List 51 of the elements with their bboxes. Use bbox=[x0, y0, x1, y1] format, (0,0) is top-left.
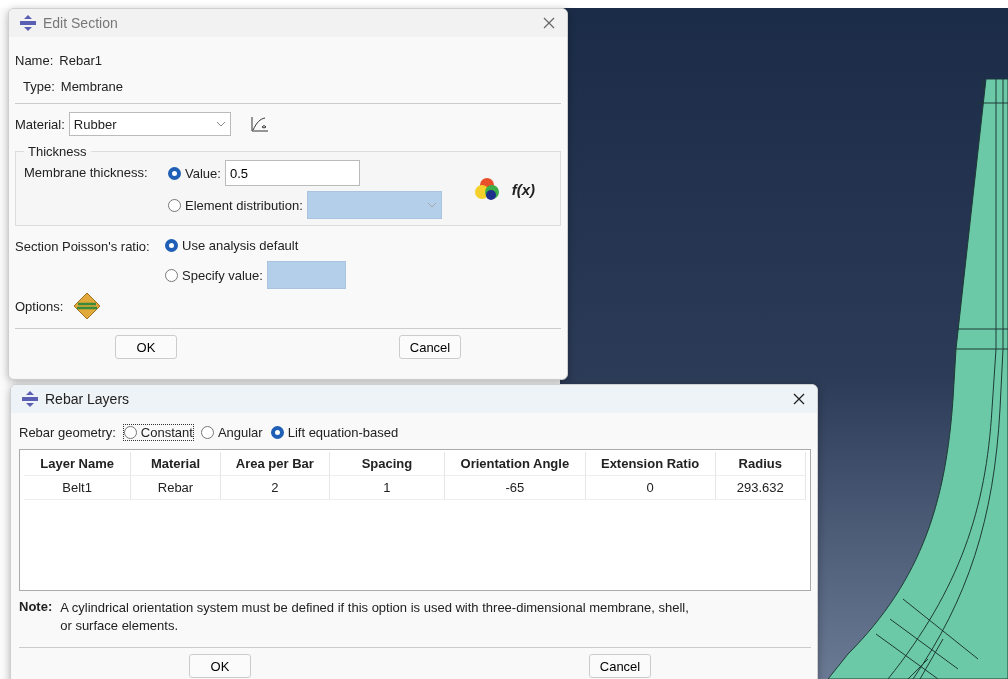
app-icon bbox=[21, 391, 39, 407]
column-header[interactable]: Orientation Angle bbox=[445, 452, 586, 475]
radio-option[interactable]: Specify value: bbox=[165, 267, 263, 283]
type-value: Membrane bbox=[60, 78, 123, 94]
column-header[interactable]: Spacing bbox=[329, 452, 445, 475]
name-label: Name: bbox=[15, 52, 54, 68]
membrane-thickness-label: Membrane thickness: bbox=[24, 165, 149, 180]
value-input[interactable] bbox=[266, 261, 346, 289]
name-value: Rebar1 bbox=[59, 52, 102, 68]
table-cell[interactable]: 2 bbox=[220, 476, 330, 499]
color-circles-icon[interactable] bbox=[473, 176, 500, 202]
type-label: Type: bbox=[23, 78, 55, 94]
dialog-button[interactable]: OK bbox=[189, 654, 251, 679]
note-label: Note: bbox=[19, 599, 53, 616]
radio-option[interactable]: Angular bbox=[200, 424, 263, 440]
radio-option[interactable]: Value: bbox=[168, 165, 221, 181]
app-icon bbox=[19, 15, 37, 31]
radio-option[interactable]: Constant bbox=[123, 424, 193, 440]
chevron-icon bbox=[426, 202, 437, 208]
table-cell[interactable]: -65 bbox=[445, 476, 586, 499]
table-cell[interactable]: Rebar bbox=[131, 476, 221, 499]
radio-option[interactable]: Element distribution: bbox=[168, 197, 303, 213]
stress-strain-icon[interactable] bbox=[250, 116, 269, 132]
table-cell[interactable]: Belt1 bbox=[24, 476, 132, 499]
options-label: Options: bbox=[15, 298, 64, 314]
radio-option[interactable]: Use analysis default bbox=[165, 237, 299, 253]
rebar-geometry-label: Rebar geometry: bbox=[19, 424, 116, 440]
material-dropdown[interactable]: Rubber bbox=[68, 112, 231, 136]
group-label: Thickness bbox=[27, 144, 88, 159]
close-icon[interactable] bbox=[793, 393, 805, 405]
material-label: Material: bbox=[15, 116, 65, 132]
table-cell[interactable]: 0 bbox=[585, 476, 716, 499]
thickness-input[interactable]: 0.5 bbox=[224, 160, 360, 186]
poisson-ratio-label: Section Poisson's ratio: bbox=[15, 239, 151, 254]
dialog-button[interactable]: Cancel bbox=[399, 335, 461, 359]
dialog-button[interactable]: Cancel bbox=[589, 654, 651, 679]
radio-option[interactable]: Lift equation-based bbox=[270, 424, 399, 440]
column-header[interactable]: Radius bbox=[715, 452, 806, 475]
dialog-button[interactable]: OK bbox=[115, 335, 177, 359]
function-button[interactable]: f(x) bbox=[511, 180, 536, 198]
diamond-icon[interactable] bbox=[73, 292, 102, 320]
note-text: A cylindrical orientation system must be defined if this option is used with three-dimensional membrane, shell, or surface elements. bbox=[60, 599, 690, 636]
column-header[interactable]: Area per Bar bbox=[220, 452, 330, 475]
dialog-title: Rebar Layers bbox=[45, 391, 131, 407]
dialog-title: Edit Section bbox=[43, 15, 119, 31]
column-header[interactable]: Extension Ratio bbox=[585, 452, 716, 475]
table-cell[interactable]: 293.632 bbox=[715, 476, 806, 499]
column-header[interactable]: Material bbox=[131, 452, 221, 475]
column-header[interactable]: Layer Name bbox=[24, 452, 132, 475]
chevron-icon bbox=[215, 121, 226, 127]
table-cell[interactable]: 1 bbox=[329, 476, 445, 499]
